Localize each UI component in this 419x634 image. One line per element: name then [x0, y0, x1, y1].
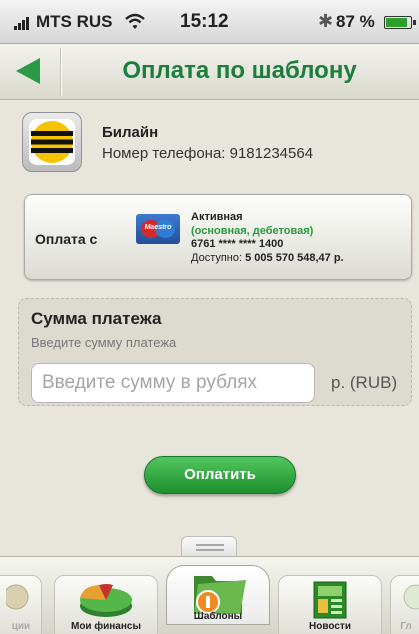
- pay-button[interactable]: Оплатить: [144, 456, 296, 494]
- status-bar: MTS RUS 15:12 ✱ 87 %: [0, 0, 419, 44]
- beeline-logo-icon: [22, 112, 82, 172]
- tab-label: Гл: [400, 621, 412, 632]
- card-status: Активная: [191, 211, 243, 223]
- tab-label: Новости: [309, 621, 351, 632]
- tab-bar: ции Мои финансы Шаблоны Новости Гл: [0, 556, 419, 634]
- card-number: 6761 **** **** 1400: [191, 238, 284, 250]
- tabbar-handle[interactable]: [181, 536, 237, 556]
- tab-label: Шаблоны: [193, 611, 243, 622]
- amount-title: Сумма платежа: [31, 309, 162, 328]
- partial-tab-icon: [403, 584, 419, 610]
- provider-info: Билайн Номер телефона: 9181234564: [22, 112, 402, 174]
- tab-label: ции: [11, 621, 31, 632]
- tab-partial-right[interactable]: Гл: [390, 575, 419, 634]
- amount-currency: р. (RUB): [331, 373, 398, 392]
- back-arrow-icon[interactable]: [10, 52, 50, 90]
- payment-source-selector[interactable]: Оплата с Maestro Активная (основная, деб…: [24, 194, 412, 280]
- card-type: (основная, дебетовая): [191, 225, 314, 237]
- clock: 15:12: [180, 11, 229, 32]
- signal-icon: [14, 16, 32, 30]
- amount-hint: Введите сумму платежа: [31, 335, 177, 350]
- nav-bar: Оплата по шаблону: [0, 44, 419, 100]
- card-available-label: Доступно:: [191, 252, 246, 264]
- tab-partial-left[interactable]: ции: [0, 575, 42, 634]
- battery-icon: [384, 16, 416, 29]
- tab-my-finances[interactable]: Мои финансы: [54, 575, 158, 634]
- partial-tab-icon: [6, 584, 29, 610]
- maestro-card-icon: Maestro: [136, 214, 180, 244]
- wifi-icon: [125, 13, 145, 29]
- amount-section: Сумма платежа Введите сумму платежа р. (…: [18, 298, 412, 406]
- carrier-name: MTS RUS: [36, 12, 113, 31]
- pie-chart-icon: [80, 584, 132, 617]
- payment-source-label: Оплата с: [35, 231, 98, 247]
- provider-phone: Номер телефона: 9181234564: [102, 145, 314, 162]
- tab-templates[interactable]: Шаблоны: [166, 565, 270, 625]
- page-title: Оплата по шаблону: [122, 57, 357, 84]
- battery-percent: 87 %: [336, 12, 375, 31]
- tab-news[interactable]: Новости: [278, 575, 382, 634]
- bluetooth-icon: ✱: [318, 11, 334, 31]
- card-available: Доступно: 5 005 570 548,47 р.: [191, 252, 344, 264]
- provider-name: Билайн: [102, 124, 159, 141]
- amount-input[interactable]: [31, 363, 315, 403]
- tab-label: Мои финансы: [70, 621, 141, 632]
- news-icon: [313, 581, 347, 619]
- card-available-amount: 5 005 570 548,47 р.: [245, 252, 344, 264]
